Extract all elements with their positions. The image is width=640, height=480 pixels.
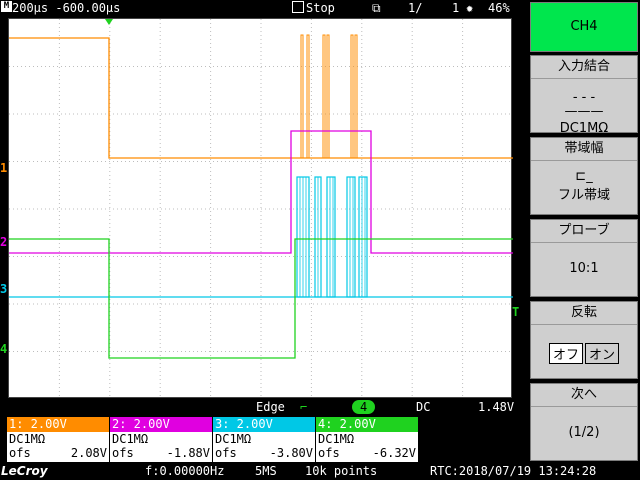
status-bar: M 200µs -600.00µs Stop ⧉ 1/ 1 ✹ 46% xyxy=(0,0,526,18)
ch2-scale: 2: 2.00V xyxy=(110,417,212,432)
graticule xyxy=(9,19,513,399)
ch3-scale: 3: 2.00V xyxy=(213,417,315,432)
frequency-counter: f:0.00000Hz xyxy=(145,464,225,478)
clock: RTC:2018/07/19 13:24:28 xyxy=(430,464,597,478)
ch2-marker: 2 xyxy=(0,235,8,249)
trigger-type: Edge xyxy=(256,400,285,414)
memory-usage: 46% xyxy=(488,1,510,15)
trigger-coupling: DC xyxy=(416,400,431,414)
ch1-info-box[interactable]: 1: 2.00V DC1MΩ ofs 2.08V xyxy=(7,417,109,462)
ch1-pulse xyxy=(354,34,358,158)
timebase-icon: M xyxy=(1,1,12,12)
bandwidth-icon: ⊏_ xyxy=(575,169,593,184)
dc-coupling-icon: - - - ——— xyxy=(564,90,604,119)
ch1-offset: ofs 2.08V xyxy=(9,446,107,460)
trigger-status: Edge ⌐ 4 DC 1.48V xyxy=(0,399,526,416)
brand-logo: LeCroy xyxy=(1,464,48,478)
probe-button[interactable]: プローブ 10:1 xyxy=(530,219,638,297)
ch3-info-box[interactable]: 3: 2.00V DC1MΩ ofs -3.80V xyxy=(213,417,315,462)
ch3-burst xyxy=(358,176,368,298)
page-total: 1 xyxy=(452,1,460,15)
ch4-offset: ofs -6.32V xyxy=(318,446,416,460)
sample-rate: 5MS xyxy=(255,464,277,478)
ch1-marker: 1 xyxy=(0,161,8,175)
ch2-offset: ofs -1.88V xyxy=(112,446,210,460)
ch3-burst xyxy=(326,176,336,298)
invert-on-option[interactable]: オン xyxy=(585,343,620,364)
ch1-pulse xyxy=(326,34,330,158)
ch1-pulse xyxy=(350,34,354,158)
input-coupling-button[interactable]: 入力結合 - - - ——— DC1MΩ xyxy=(530,55,638,136)
ch1-coupling: DC1MΩ xyxy=(9,432,46,446)
record-length: 10k points xyxy=(305,464,378,478)
ch3-marker: 3 xyxy=(0,282,8,296)
page-indicator: 1/ xyxy=(408,1,423,15)
ch2-info-box[interactable]: 2: 2.00V DC1MΩ ofs -1.88V xyxy=(110,417,212,462)
ch1-pulse xyxy=(306,34,310,158)
ch4-marker: 4 xyxy=(0,342,8,356)
ch3-burst xyxy=(346,176,356,298)
ch4-info-box[interactable]: 4: 2.00V DC1MΩ ofs -6.32V xyxy=(316,417,418,462)
timebase-readout: M 200µs -600.00µs xyxy=(1,1,120,15)
ch4-coupling: DC1MΩ xyxy=(318,432,355,446)
ch3-offset: ofs -3.80V xyxy=(215,446,313,460)
rising-edge-icon: ⌐ xyxy=(300,400,308,414)
ch4-scale: 4: 2.00V xyxy=(316,417,418,432)
ch1-pulse xyxy=(322,34,326,158)
ch2-coupling: DC1MΩ xyxy=(112,432,149,446)
trigger-position-marker xyxy=(105,19,113,25)
bottom-status-bar: LeCroy f:0.00000Hz 5MS 10k points RTC:20… xyxy=(0,463,640,480)
waveform-display[interactable] xyxy=(8,18,513,399)
invert-off-option[interactable]: オフ xyxy=(548,343,583,364)
ch1-pulses xyxy=(300,34,358,158)
stop-icon xyxy=(292,1,304,13)
trigger-level-marker: T xyxy=(512,305,520,319)
bandwidth-button[interactable]: 帯域幅 ⊏_ フル帯域 xyxy=(530,137,638,215)
run-state[interactable]: Stop xyxy=(292,1,335,15)
next-page-button[interactable]: 次へ (1/2) xyxy=(530,383,638,461)
ch1-pulse xyxy=(300,34,304,158)
trigger-level: 1.48V xyxy=(478,400,515,414)
waveform-canvas xyxy=(9,19,513,399)
gear-icon: ✹ xyxy=(466,1,474,15)
ch1-scale: 1: 2.00V xyxy=(7,417,109,432)
invert-button[interactable]: 反転 オフ オン xyxy=(530,301,638,379)
page-icon: ⧉ xyxy=(372,1,381,15)
trigger-source: 4 xyxy=(352,400,376,414)
menu-header-ch4[interactable]: CH4 xyxy=(530,2,638,52)
ch3-coupling: DC1MΩ xyxy=(215,432,252,446)
channel-menu: CH4 入力結合 - - - ——— DC1MΩ 帯域幅 ⊏_ フル帯域 プローブ… xyxy=(528,0,640,463)
